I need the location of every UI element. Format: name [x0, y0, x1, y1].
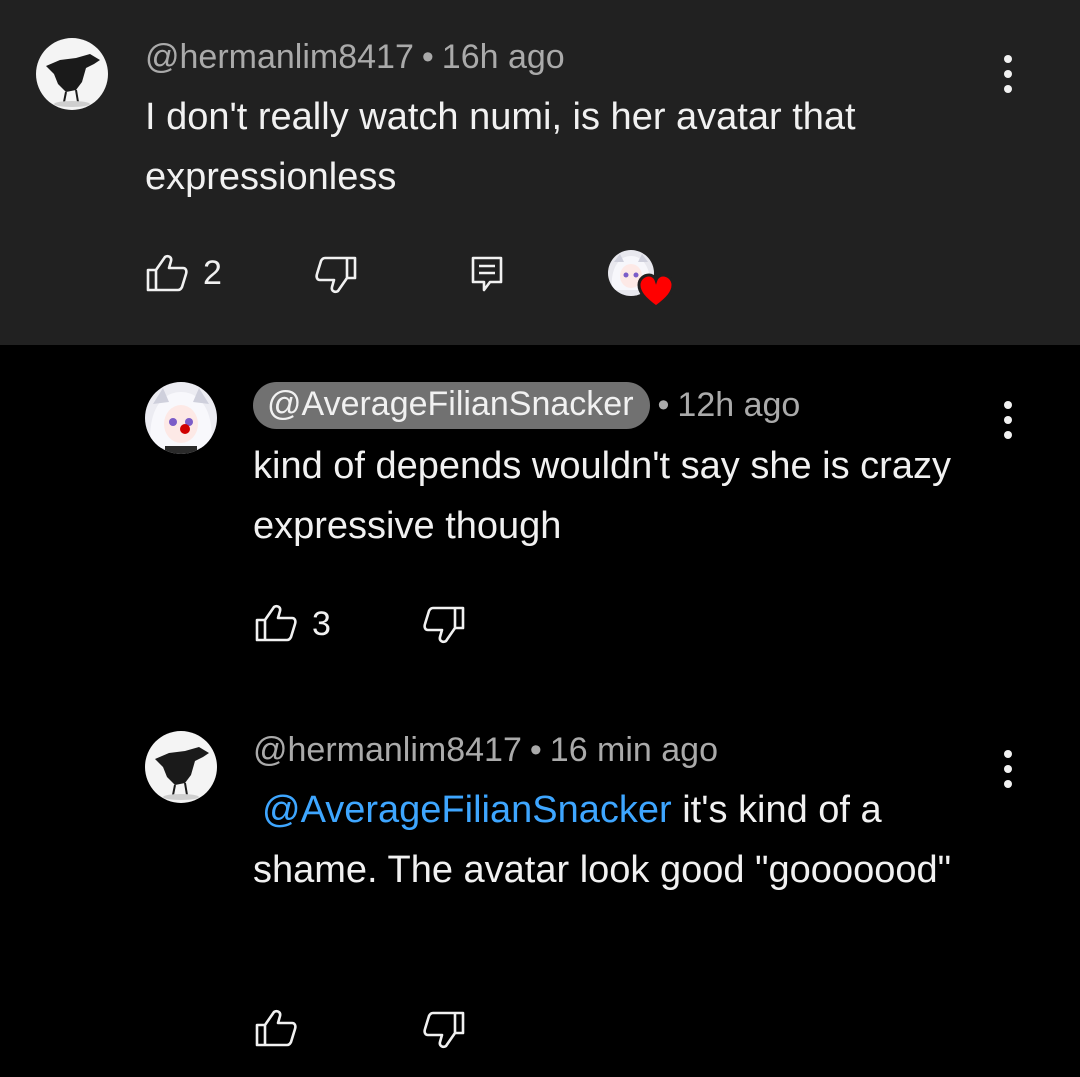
like-icon[interactable]: [254, 1008, 298, 1048]
mention-link[interactable]: @AverageFilianSnacker: [262, 789, 672, 831]
timestamp[interactable]: 16 min ago: [550, 731, 718, 770]
like-count: 3: [312, 605, 331, 643]
timestamp[interactable]: 16h ago: [442, 38, 565, 77]
more-icon[interactable]: [1002, 401, 1014, 446]
more-icon[interactable]: [1002, 55, 1014, 100]
author-name[interactable]: @hermanlim8417: [145, 38, 414, 77]
comment-meta: @hermanlim8417 • 16 min ago: [253, 731, 718, 770]
more-icon[interactable]: [1002, 750, 1014, 795]
author-avatar[interactable]: [145, 731, 217, 803]
parent-comment: @hermanlim8417 • 16h ago I don't really …: [0, 0, 1080, 345]
separator-dot: •: [421, 38, 434, 76]
author-avatar[interactable]: [145, 382, 217, 454]
separator-dot: •: [529, 731, 542, 769]
dislike-icon[interactable]: [422, 1010, 466, 1050]
avatar-anime-icon: [145, 382, 217, 454]
like-count: 2: [203, 254, 222, 292]
timestamp[interactable]: 12h ago: [677, 386, 800, 425]
dislike-icon[interactable]: [314, 255, 358, 295]
author-name-chip[interactable]: @AverageFilianSnacker: [253, 382, 650, 429]
comment-meta: @hermanlim8417 • 16h ago: [145, 38, 565, 77]
comment-text: kind of depends wouldn't say she is craz…: [253, 445, 951, 547]
dislike-icon[interactable]: [422, 605, 466, 645]
creator-heart-icon: [637, 273, 675, 309]
like-icon[interactable]: [254, 603, 298, 643]
like-icon[interactable]: [145, 253, 189, 293]
avatar-crow-icon: [36, 38, 108, 110]
comment-text: I don't really watch numi, is her avatar…: [145, 96, 856, 198]
reply-icon[interactable]: [470, 255, 504, 293]
author-name[interactable]: @hermanlim8417: [253, 731, 522, 770]
author-avatar[interactable]: [36, 38, 108, 110]
separator-dot: •: [657, 386, 670, 424]
comment-meta: @AverageFilianSnacker • 12h ago: [253, 382, 800, 429]
avatar-crow-icon: [145, 731, 217, 803]
comment-text: @AverageFilianSnacker it's kind of a sha…: [253, 780, 973, 900]
